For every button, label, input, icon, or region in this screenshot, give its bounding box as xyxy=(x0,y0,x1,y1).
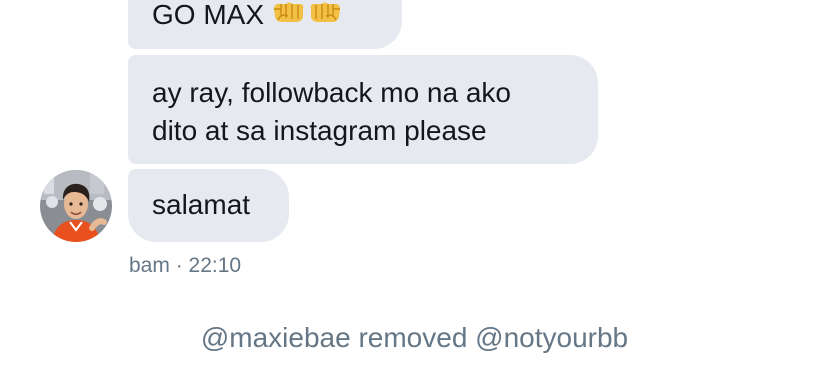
message-line: ay ray, followback mo na ako xyxy=(152,77,511,108)
avatar-photo xyxy=(40,170,112,242)
emoji-group xyxy=(272,0,342,26)
avatar[interactable] xyxy=(40,170,112,242)
meta-separator: · xyxy=(175,254,183,277)
message-line: dito at sa instagram please xyxy=(152,115,487,146)
conversation-thread: GO MAX ay ray, followback mo na ako dito… xyxy=(0,0,827,382)
message-text: GO MAX xyxy=(152,0,378,34)
message-bubble[interactable]: salamat xyxy=(128,169,289,242)
conversation-event: @maxiebae removed @notyourbb xyxy=(200,322,629,353)
message-meta: bam · 22:10 xyxy=(129,254,241,278)
message-time: 22:10 xyxy=(188,254,242,277)
fist-bump-left-icon xyxy=(274,2,304,22)
sender-name[interactable]: bam xyxy=(129,254,170,277)
message-bubble[interactable]: ay ray, followback mo na ako dito at sa … xyxy=(128,55,598,164)
message-text: salamat xyxy=(152,189,251,220)
fist-bump-right-icon xyxy=(310,2,341,22)
message-bubble[interactable]: GO MAX xyxy=(128,0,402,49)
